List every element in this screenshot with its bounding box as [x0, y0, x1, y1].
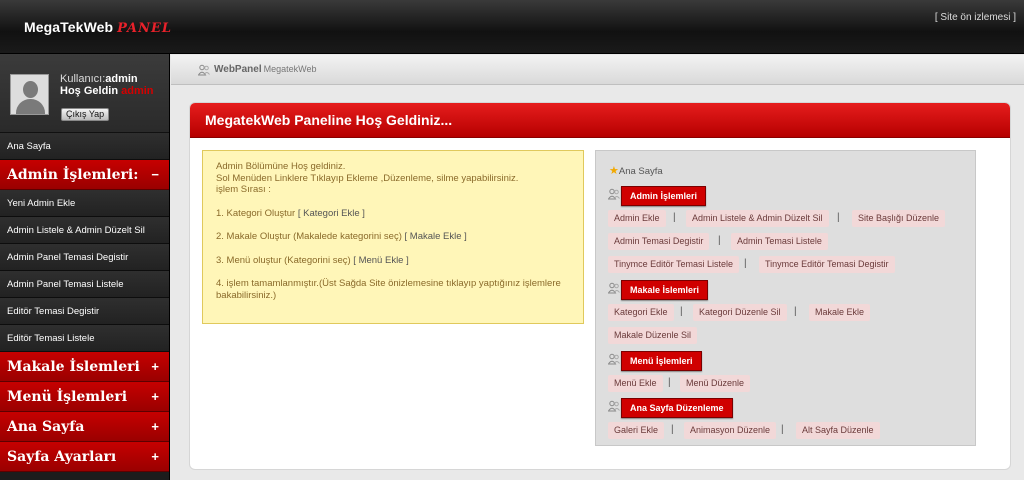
sidebar-section-label: Admin İşlemleri:	[7, 167, 139, 183]
info-step-2: 2. Makale Oluştur (Makalede kategorini s…	[216, 231, 570, 243]
users-icon	[198, 64, 210, 76]
chip-admin-theme-list[interactable]: Admin Temasi Listele	[731, 233, 828, 250]
logout-button[interactable]: Çıkış Yap	[61, 108, 110, 121]
info-line: işlem Sırası :	[216, 184, 271, 195]
info-step-4: 4. işlem tamamlanmıştır.(Üst Sağda Site …	[216, 278, 561, 301]
sidebar-section-admin[interactable]: Admin İşlemleri: −	[0, 160, 169, 190]
sidebar-item-home[interactable]: Ana Sayfa	[0, 133, 169, 160]
chip-category-edit[interactable]: Kategori Düzenle Sil	[693, 304, 787, 321]
sidebar-section-menu[interactable]: Menü İşlemleri +	[0, 382, 169, 412]
expand-icon[interactable]: +	[151, 412, 159, 442]
site-preview-link[interactable]: [ Site ön izlemesi ]	[935, 12, 1016, 23]
step-text: 3. Menü oluştur (Kategorini seç)	[216, 254, 351, 266]
users-icon	[608, 282, 620, 294]
separator: |	[781, 424, 784, 435]
user-box: Kullanıcı:admin Hoş Geldin admin Çıkış Y…	[0, 54, 169, 133]
sidebar-item-editor-theme-list[interactable]: Editör Temasi Listele	[0, 325, 169, 352]
user-label-text: Kullanıcı:	[60, 73, 106, 85]
logo-text: MegaTekWeb	[24, 19, 114, 35]
info-line: Sol Menüden Linklere Tıklayıp Ekleme ,Dü…	[216, 172, 519, 184]
quick-menu-home[interactable]: ★Ana Sayfa	[609, 164, 663, 177]
user-label: Kullanıcı:admin	[60, 73, 138, 85]
separator: |	[668, 377, 671, 388]
sidebar-section-homepage[interactable]: Ana Sayfa Düzenleme +	[0, 412, 169, 465]
chip-admin-list[interactable]: Admin Listele & Admin Düzelt Sil	[686, 210, 829, 227]
chip-gallery-add[interactable]: Galeri Ekle	[608, 422, 665, 439]
info-line: Admin Bölümüne Hoş geldiniz.	[216, 161, 346, 172]
sidebar-section-label: Sayfa Ayarları	[7, 449, 117, 465]
sidebar-section-label: Makale İslemleri	[7, 359, 140, 375]
user-name: admin	[105, 73, 138, 85]
chip-article-edit[interactable]: Makale Düzenle Sil	[608, 327, 698, 344]
breadcrumb-text: WebPanel MegatekWeb	[214, 64, 316, 75]
star-icon: ★	[609, 165, 619, 177]
chip-site-title-edit[interactable]: Site Başlığı Düzenle	[852, 210, 946, 227]
avatar-body-icon	[16, 99, 45, 114]
chip-menu-edit[interactable]: Menü Düzenle	[680, 375, 751, 392]
logo[interactable]: MegaTekWeb PANEL	[24, 19, 172, 36]
group-admin-button[interactable]: Admin İşlemleri	[621, 186, 707, 206]
chip-article-add[interactable]: Makale Ekle	[809, 304, 871, 321]
users-icon	[608, 353, 620, 365]
expand-icon[interactable]: +	[151, 382, 159, 412]
info-step-3: 3. Menü oluştur (Kategorini seç) [ Menü …	[216, 255, 570, 267]
top-bar: MegaTekWeb PANEL [ Site ön izlemesi ]	[0, 0, 1024, 54]
sidebar-section-articles[interactable]: Makale İslemleri +	[0, 352, 169, 382]
separator: |	[671, 424, 674, 435]
step-text: 2. Makale Oluştur (Makalede kategorini s…	[216, 231, 402, 242]
sidebar-item-admin-list[interactable]: Admin Listele & Admin Düzelt Sil	[0, 217, 169, 244]
users-icon	[608, 400, 620, 412]
expand-icon[interactable]: +	[151, 352, 159, 382]
sidebar-item-panel-theme-change[interactable]: Admin Panel Temasi Degistir	[0, 244, 169, 271]
chip-tinymce-theme-list[interactable]: Tinymce Editör Temasi Listele	[608, 256, 740, 273]
chip-subpage-edit[interactable]: Alt Sayfa Düzenle	[796, 422, 880, 439]
breadcrumb-title[interactable]: WebPanel	[214, 64, 262, 75]
avatar	[10, 74, 49, 115]
group-homepage-button[interactable]: Ana Sayfa Düzenleme	[621, 398, 733, 418]
main-panel: MegatekWeb Paneline Hoş Geldiniz... Admi…	[189, 102, 1011, 470]
separator: |	[680, 306, 683, 317]
sidebar-item-panel-theme-list[interactable]: Admin Panel Temasi Listele	[0, 271, 169, 298]
chip-animation-edit[interactable]: Animasyon Düzenle	[684, 422, 777, 439]
sidebar: Kullanıcı:admin Hoş Geldin admin Çıkış Y…	[0, 54, 170, 480]
greeting-name: admin	[121, 85, 154, 97]
breadcrumb-sub: MegatekWeb	[263, 64, 317, 74]
users-icon	[608, 188, 620, 200]
collapse-icon[interactable]: −	[151, 160, 159, 190]
step-link-menu-add[interactable]: [ Menü Ekle ]	[353, 255, 408, 266]
step-link-category-add[interactable]: [ Kategori Ekle ]	[298, 208, 365, 219]
chip-menu-add[interactable]: Menü Ekle	[608, 375, 663, 392]
chip-tinymce-theme-change[interactable]: Tinymce Editör Temasi Degistir	[759, 256, 895, 273]
greeting-text: Hoş Geldin	[60, 85, 119, 97]
chip-admin-theme-change[interactable]: Admin Temasi Degistir	[608, 233, 710, 250]
chip-category-add[interactable]: Kategori Ekle	[608, 304, 674, 321]
logo-panel-text: PANEL	[117, 21, 173, 36]
separator: |	[718, 235, 721, 246]
quick-menu-box: ★Ana Sayfa Admin İşlemleri Admin Ekle | …	[595, 150, 976, 446]
expand-icon[interactable]: +	[151, 442, 159, 472]
sidebar-item-editor-theme-change[interactable]: Editör Temasi Degistir	[0, 298, 169, 325]
quick-menu-home-label: Ana Sayfa	[618, 166, 663, 177]
step-text: 1. Kategori Oluştur	[216, 207, 296, 219]
group-menu-button[interactable]: Menü İşlemleri	[621, 351, 702, 371]
chip-admin-add[interactable]: Admin Ekle	[608, 210, 666, 227]
separator: |	[794, 306, 797, 317]
info-step-1: 1. Kategori Oluştur [ Kategori Ekle ]	[216, 208, 570, 220]
step-link-article-add[interactable]: [ Makale Ekle ]	[405, 231, 467, 242]
sidebar-section-label: Menü İşlemleri	[7, 389, 128, 405]
breadcrumb: WebPanel MegatekWeb	[171, 55, 1024, 85]
separator: |	[837, 212, 840, 223]
sidebar-item-new-admin[interactable]: Yeni Admin Ekle	[0, 190, 169, 217]
welcome-info-box: Admin Bölümüne Hoş geldiniz. Sol Menüden…	[202, 150, 584, 324]
separator: |	[673, 212, 676, 223]
sidebar-section-page-settings[interactable]: Sayfa Ayarları +	[0, 442, 169, 472]
avatar-head-icon	[23, 81, 38, 98]
group-article-button[interactable]: Makale İslemleri	[621, 280, 709, 300]
separator: |	[744, 258, 747, 269]
page-title: MegatekWeb Paneline Hoş Geldiniz...	[190, 103, 1010, 138]
user-greeting: Hoş Geldin admin	[60, 85, 154, 97]
